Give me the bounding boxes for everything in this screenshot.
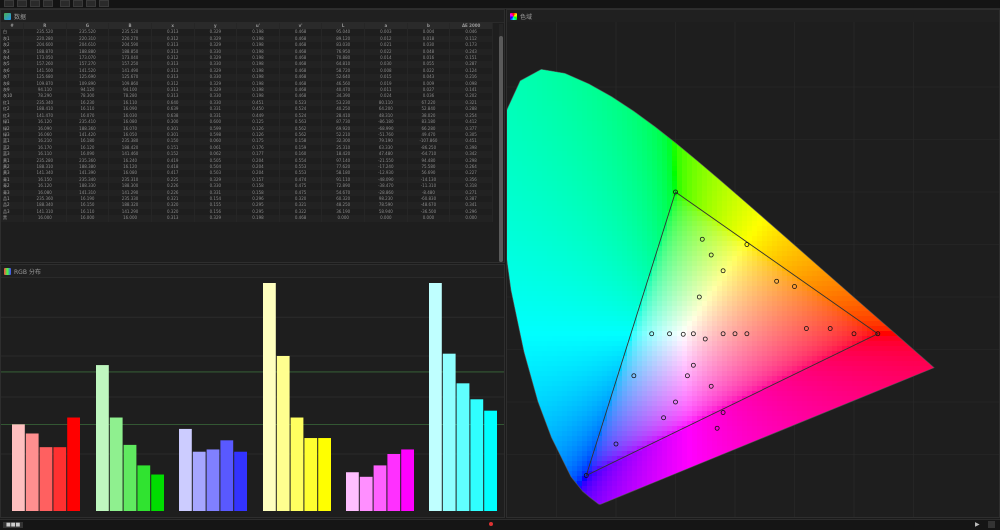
bar [484,411,497,511]
status-dot-icon [489,522,493,526]
table-cell: 16.000 [109,215,152,221]
bar [40,447,53,511]
bar [26,433,39,511]
bar [401,449,414,511]
save-icon[interactable] [30,0,40,7]
bar [179,429,192,511]
table-cell: 0.329 [194,215,237,221]
gamut-panel: 色域 [506,9,1000,518]
bars-panel: RGB 分布 [0,264,505,518]
bar [346,472,359,511]
rgb-bar-chart [1,277,504,517]
table-cell: 16.000 [66,215,109,221]
table-cell: 0.198 [237,215,280,221]
table-cell: 黑 [1,215,24,221]
table-cell: 0.000 [450,215,493,221]
measurement-table: #RGBxyu'v'LabΔE 2000 白235.520235.520235.… [1,23,493,222]
bar [318,438,331,511]
bar [277,356,290,511]
refresh-icon[interactable] [86,0,96,7]
bar [387,454,400,511]
bar [304,438,317,511]
status-button[interactable]: ■■■ [3,522,23,528]
table-cell: 16.000 [24,215,67,221]
bar [457,383,470,511]
table-cell: 0.000 [322,215,365,221]
bar [67,418,80,511]
bar [137,465,150,511]
table-cell: 0.000 [407,215,450,221]
status-bar: ■■■ ▶ [0,519,1000,530]
bar [124,445,137,511]
bar [360,477,373,511]
bar [96,365,109,511]
bar [374,465,387,511]
bar [263,283,276,511]
data-panel-title: 数据 [14,12,26,21]
bar [234,452,247,511]
table-cell: 0.000 [365,215,408,221]
bar [193,452,206,511]
settings-icon[interactable] [99,0,109,7]
table-cell: 0.313 [151,215,194,221]
cie-chromaticity-diagram [507,22,999,517]
bar-chart-icon [4,268,11,275]
data-panel: 数据 #RGBxyu'v'LabΔE 2000 白235.520235.5202… [0,9,505,263]
expand-icon[interactable] [988,521,995,528]
bar [429,283,442,511]
bars-panel-title: RGB 分布 [14,267,41,276]
open-file-icon[interactable] [17,0,27,7]
scrollbar-thumb[interactable] [499,36,503,262]
chromaticity-icon [510,13,517,20]
redo-icon[interactable] [73,0,83,7]
main-toolbar [0,0,1000,9]
bar [443,354,456,511]
data-panel-header: 数据 [1,10,504,23]
bar [53,447,66,511]
play-icon[interactable]: ▶ [975,521,981,528]
close-icon[interactable] [43,0,53,7]
undo-icon[interactable] [60,0,70,7]
bar [110,418,123,511]
bar [207,449,220,511]
gamut-panel-title: 色域 [520,12,532,21]
table-icon [4,13,11,20]
new-file-icon[interactable] [4,0,14,7]
bar [151,475,164,511]
table-cell: 0.468 [279,215,322,221]
bar [220,440,233,511]
table-scrollbar[interactable] [499,24,503,263]
bar [291,418,304,511]
table-row[interactable]: 黑16.00016.00016.0000.3130.3290.1980.4680… [1,215,493,221]
bar [470,399,483,511]
bar [12,424,25,511]
